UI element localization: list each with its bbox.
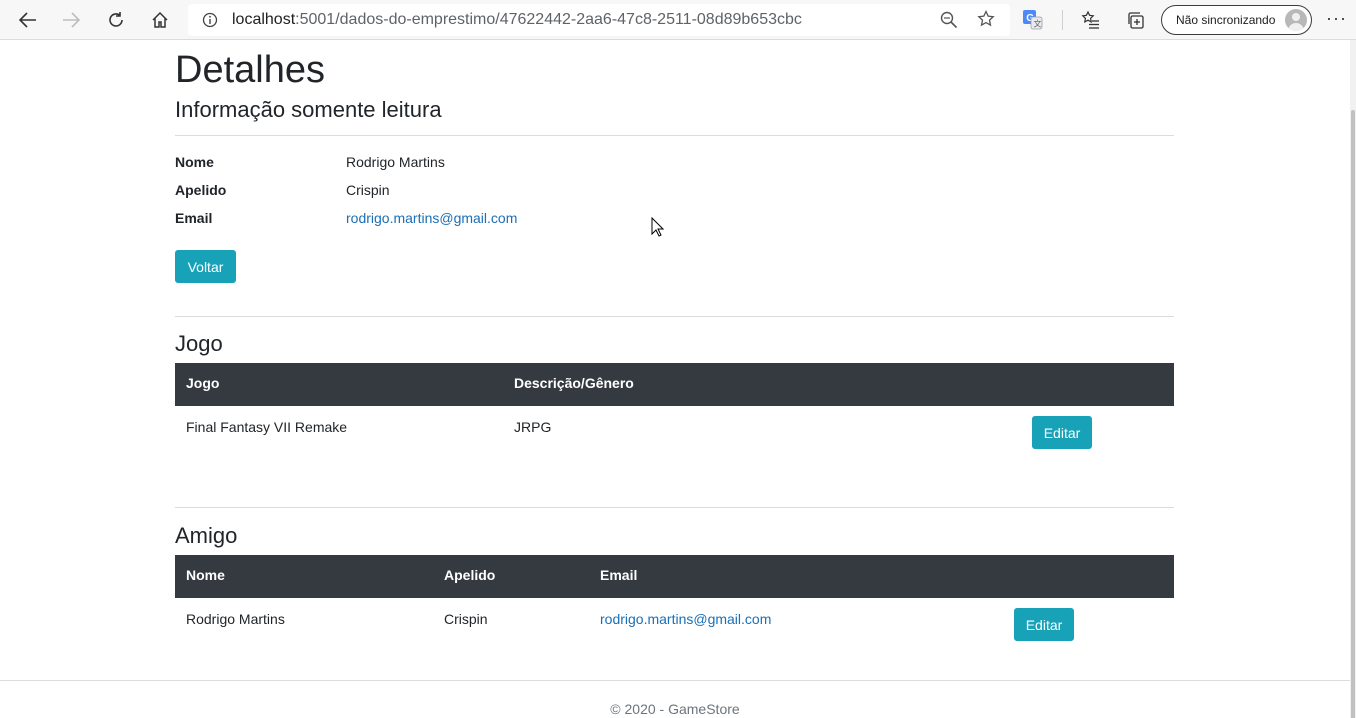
scrollbar[interactable] (1350, 40, 1356, 718)
mouse-cursor-icon (651, 216, 665, 242)
favorites-list-icon[interactable] (1081, 10, 1101, 35)
footer-copyright: © 2020 - GameStore (610, 701, 740, 717)
detail-value: Crispin (346, 182, 390, 198)
column-header-genero: Descrição/Gênero (514, 375, 634, 391)
detail-label: Apelido (175, 182, 227, 198)
detail-label: Email (175, 210, 213, 226)
section-title-jogo: Jogo (175, 331, 223, 356)
url-path: :5001/dados-do-emprestimo/47622442-2aa6-… (295, 11, 802, 28)
svg-text:文: 文 (1034, 19, 1042, 29)
cell-jogo: Final Fantasy VII Remake (186, 419, 348, 435)
amigo-table-header: Nome Apelido Email (175, 555, 1174, 598)
url-text[interactable]: localhost:5001/dados-do-emprestimo/47622… (232, 11, 802, 29)
table-row: Rodrigo Martins Crispin rodrigo.martins@… (175, 598, 1174, 654)
detail-value: rodrigo.martins@gmail.com (346, 208, 517, 228)
table-row: Final Fantasy VII Remake JRPG Editar (175, 406, 1174, 462)
jogo-table-header: Jogo Descrição/Gênero (175, 363, 1174, 406)
divider (175, 135, 1174, 136)
column-header-apelido: Apelido (444, 567, 496, 583)
address-bar[interactable]: localhost:5001/dados-do-emprestimo/47622… (188, 4, 1010, 36)
refresh-icon[interactable] (102, 6, 130, 34)
more-options-icon[interactable]: ··· (1326, 8, 1347, 29)
detail-value: Rodrigo Martins (346, 154, 445, 170)
section-title-amigo: Amigo (175, 523, 238, 548)
column-header-jogo: Jogo (186, 375, 220, 391)
zoom-icon[interactable] (940, 11, 958, 34)
column-header-email: Email (600, 567, 638, 583)
translate-icon[interactable]: G文 (1023, 10, 1043, 35)
cell-genero: JRPG (514, 419, 552, 435)
page-title: Detalhes (175, 49, 325, 91)
home-icon[interactable] (146, 6, 174, 34)
email-link[interactable]: rodrigo.martins@gmail.com (346, 210, 517, 226)
column-header-nome: Nome (186, 567, 225, 583)
edit-amigo-button[interactable]: Editar (1014, 608, 1074, 641)
back-button[interactable]: Voltar (175, 250, 236, 283)
info-icon[interactable] (202, 12, 218, 33)
detail-label: Nome (175, 154, 214, 170)
cell-apelido: Crispin (444, 611, 488, 627)
scrollbar-thumb[interactable] (1351, 110, 1355, 718)
toolbar-divider (1062, 10, 1063, 30)
edit-jogo-button[interactable]: Editar (1032, 416, 1092, 449)
back-arrow-icon[interactable] (14, 6, 42, 34)
footer-divider (0, 680, 1350, 681)
favorite-star-icon[interactable] (977, 9, 995, 33)
browser-toolbar: localhost:5001/dados-do-emprestimo/47622… (0, 0, 1356, 40)
profile-status-label: Não sincronizando (1176, 13, 1276, 27)
avatar-icon (1285, 9, 1307, 31)
divider (175, 316, 1174, 317)
page-content: Detalhes Informação somente leitura Nome… (0, 40, 1350, 718)
forward-arrow-icon[interactable] (57, 6, 85, 34)
cell-email: rodrigo.martins@gmail.com (600, 611, 771, 627)
url-host: localhost (232, 11, 296, 28)
profile-button[interactable]: Não sincronizando (1161, 5, 1312, 35)
divider (175, 507, 1174, 508)
page-subtitle: Informação somente leitura (175, 97, 442, 122)
collections-icon[interactable] (1126, 10, 1146, 35)
cell-nome: Rodrigo Martins (186, 611, 285, 627)
email-link[interactable]: rodrigo.martins@gmail.com (600, 611, 771, 627)
